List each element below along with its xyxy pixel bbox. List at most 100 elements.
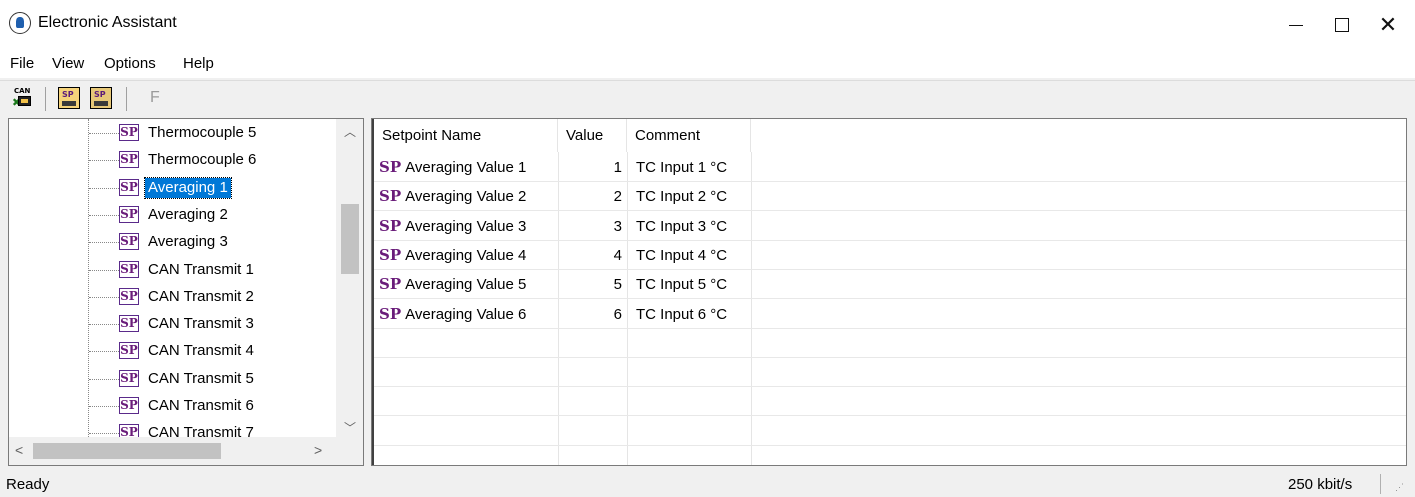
- tree-item-label[interactable]: Thermocouple 6: [145, 150, 259, 170]
- menu-view[interactable]: View: [52, 55, 84, 72]
- setpoint-name: Averaging Value 3: [405, 217, 527, 235]
- setpoint-value[interactable]: 6: [558, 300, 622, 329]
- can-connect-button[interactable]: CAN ✖: [12, 87, 34, 109]
- setpoint-name: Averaging Value 2: [405, 188, 527, 206]
- setpoint-value[interactable]: 1: [558, 153, 622, 182]
- setpoint-comment: TC Input 4 °C: [636, 246, 728, 264]
- tree-item[interactable]: SP CAN Transmit 4: [89, 338, 349, 364]
- tree-item-label[interactable]: CAN Transmit 4: [145, 341, 257, 361]
- minimize-button[interactable]: [1273, 0, 1319, 50]
- table-row[interactable]: SP Averaging Value 4 4 TC Input 4 °C: [374, 241, 1406, 270]
- table-row: [374, 417, 1406, 446]
- setpoint-icon: SP: [119, 233, 139, 251]
- setpoint-comment: TC Input 6 °C: [636, 305, 728, 323]
- status-bar: Ready 250 kbit/s ⋰: [0, 472, 1415, 497]
- close-icon: ✕: [1378, 12, 1398, 37]
- tree-item[interactable]: SP CAN Transmit 2: [89, 284, 349, 310]
- toolbar: CAN ✖ SP SP F: [0, 80, 1415, 116]
- maximize-icon: [1335, 18, 1349, 32]
- tree-item-label[interactable]: CAN Transmit 2: [145, 287, 257, 307]
- tree-item[interactable]: SP Thermocouple 6: [89, 147, 349, 173]
- setpoint-value[interactable]: 2: [558, 182, 622, 211]
- baud-rate: 250 kbit/s: [1288, 476, 1353, 493]
- open-setpoint-file-button[interactable]: SP: [58, 87, 80, 109]
- setpoint-value[interactable]: 5: [558, 270, 622, 299]
- tree-item-label[interactable]: CAN Transmit 1: [145, 260, 257, 280]
- menu-file[interactable]: File: [10, 55, 34, 72]
- tree-item-label[interactable]: Averaging 3: [145, 232, 231, 252]
- setpoint-icon: SP: [119, 124, 139, 141]
- toolbar-separator: [45, 87, 46, 111]
- resize-grip-icon[interactable]: ⋰: [1395, 482, 1404, 493]
- setpoint-name: Averaging Value 1: [405, 159, 527, 176]
- close-button[interactable]: ✕: [1365, 0, 1411, 50]
- scroll-left-icon[interactable]: <: [15, 442, 23, 458]
- app-window: Electronic Assistant ✕ File View Options…: [0, 0, 1415, 497]
- table-row: [374, 387, 1406, 417]
- scroll-down-icon[interactable]: ﹀: [336, 419, 363, 436]
- tree-item[interactable]: SP CAN Transmit 6: [89, 393, 349, 419]
- tree-item-label[interactable]: CAN Transmit 5: [145, 369, 257, 389]
- setpoint-icon: SP: [379, 304, 402, 323]
- setpoint-icon: SP: [379, 158, 402, 176]
- setpoint-icon: SP: [119, 369, 139, 387]
- flash-button[interactable]: F: [150, 89, 160, 107]
- setpoint-icon: SP: [379, 187, 402, 206]
- setpoint-tree[interactable]: SP Thermocouple 5 SP Thermocouple 6 SP Averag…: [8, 118, 364, 466]
- setpoint-value[interactable]: 3: [558, 212, 622, 241]
- setpoint-comment: TC Input 3 °C: [636, 217, 728, 235]
- tree-item[interactable]: SP Thermocouple 5: [89, 120, 349, 146]
- tree-item-label[interactable]: Averaging 1: [144, 176, 232, 199]
- tree-item[interactable]: SP CAN Transmit 5: [89, 366, 349, 392]
- tree-vertical-scrollbar[interactable]: ︿ ﹀: [336, 119, 363, 447]
- tree-item-label[interactable]: Thermocouple 5: [145, 123, 259, 143]
- tree-item[interactable]: SP CAN Transmit 3: [89, 311, 349, 337]
- tree-item[interactable]: SP CAN Transmit 1: [89, 257, 349, 283]
- scrollbar-thumb[interactable]: [33, 443, 221, 459]
- window-title: Electronic Assistant: [38, 14, 177, 31]
- setpoint-icon: SP: [119, 205, 139, 223]
- status-text: Ready: [6, 476, 50, 493]
- app-logo-icon: [9, 12, 31, 34]
- minimize-icon: [1289, 24, 1303, 26]
- table-row[interactable]: SP Averaging Value 5 5 TC Input 5 °C: [374, 270, 1406, 300]
- setpoint-icon: SP: [119, 260, 139, 278]
- tree-item[interactable]: SP Averaging 3: [89, 229, 349, 255]
- tree-item[interactable]: SP Averaging 1: [89, 175, 349, 201]
- table-row: [374, 446, 1406, 465]
- table-row[interactable]: SP Averaging Value 1 1 TC Input 1 °C: [374, 153, 1406, 182]
- tree-item-label[interactable]: CAN Transmit 3: [145, 314, 257, 334]
- setpoint-icon: SP: [119, 178, 139, 196]
- setpoint-value[interactable]: 4: [558, 241, 622, 270]
- column-header-comment[interactable]: Comment: [627, 119, 751, 152]
- setpoint-icon: SP: [379, 245, 402, 264]
- tree-item[interactable]: SP Averaging 2: [89, 202, 349, 228]
- tree-item-label[interactable]: CAN Transmit 6: [145, 396, 257, 416]
- setpoint-name-cell: SP Averaging Value 4: [379, 241, 559, 270]
- maximize-button[interactable]: [1319, 0, 1365, 50]
- setpoint-icon: SP: [379, 216, 402, 235]
- save-setpoint-file-button[interactable]: SP: [90, 87, 112, 109]
- setpoint-icon: SP: [379, 275, 402, 294]
- setpoint-name-cell: SP Averaging Value 2: [379, 182, 559, 211]
- setpoint-list: Setpoint Name Value Comment SP Averaging …: [371, 118, 1407, 466]
- tree-item-label[interactable]: Averaging 2: [145, 205, 231, 225]
- table-row[interactable]: SP Averaging Value 6 6 TC Input 6 °C: [374, 300, 1406, 329]
- save-setpoint-icon: SP: [94, 90, 106, 99]
- scroll-up-icon[interactable]: ︿: [336, 123, 363, 140]
- setpoint-name-cell: SP Averaging Value 3: [379, 212, 559, 241]
- tree-horizontal-scrollbar[interactable]: < >: [9, 437, 336, 465]
- setpoint-icon: SP: [119, 315, 139, 333]
- title-bar[interactable]: Electronic Assistant ✕: [0, 0, 1415, 50]
- menu-help[interactable]: Help: [183, 55, 214, 72]
- column-header-value[interactable]: Value: [558, 119, 627, 152]
- setpoint-name-cell: SP Averaging Value 5: [379, 270, 559, 299]
- menu-options[interactable]: Options: [104, 55, 156, 72]
- scrollbar-thumb[interactable]: [341, 204, 359, 274]
- scroll-right-icon[interactable]: >: [314, 442, 322, 458]
- setpoint-name-cell: SP Averaging Value 1: [379, 153, 559, 182]
- table-row[interactable]: SP Averaging Value 3 3 TC Input 3 °C: [374, 212, 1406, 241]
- table-row[interactable]: SP Averaging Value 2 2 TC Input 2 °C: [374, 182, 1406, 212]
- toolbar-separator: [126, 87, 127, 111]
- column-header-setpoint-name[interactable]: Setpoint Name: [374, 119, 558, 152]
